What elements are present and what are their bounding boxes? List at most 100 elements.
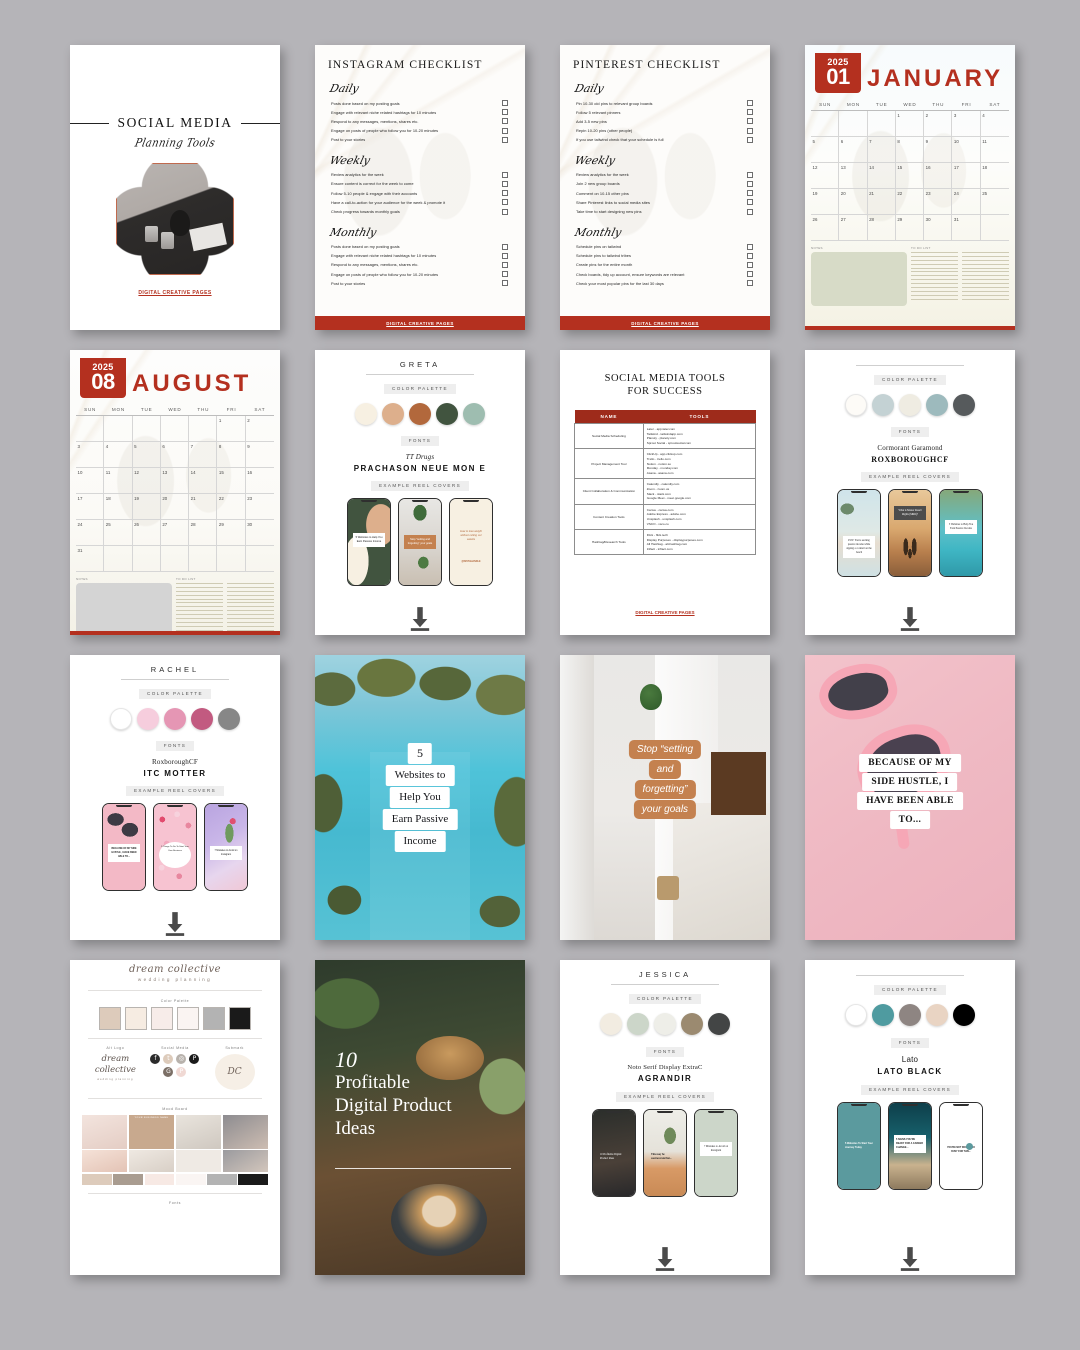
day-cell[interactable]: 5 [132, 442, 161, 468]
day-cell[interactable]: 4 [980, 111, 1009, 137]
checklist-row[interactable]: Share Pinterest links to social media si… [576, 199, 757, 206]
day-cell[interactable]: 16 [245, 468, 274, 494]
day-cell[interactable]: 27 [160, 520, 190, 546]
card-social-media-tools[interactable]: SOCIAL MEDIA TOOLS FOR SUCCESS NAME TOOL… [560, 350, 770, 635]
checklist-row[interactable]: Posts done based on my posting goals [331, 100, 512, 106]
card-photo-websites[interactable]: 5 Websites to Help You Earn Passive Inco… [315, 655, 525, 940]
reel-cover-3[interactable]: How to lose weight without cutting out s… [449, 497, 493, 586]
todo-lines[interactable] [176, 583, 274, 631]
reel-cover-2[interactable]: What is Master Resell Rights (MRR)? [888, 488, 932, 577]
reel-cover-3[interactable]: YOU'RE NOT DOING TOO BUSY FOR THIS... [939, 1101, 983, 1190]
checkbox[interactable] [747, 190, 753, 197]
day-cell[interactable]: 6 [160, 442, 190, 468]
checklist-row[interactable]: Pin 10-30 old pins to relevant group boa… [576, 100, 757, 106]
checkbox[interactable] [747, 118, 753, 125]
checkbox[interactable] [502, 180, 508, 187]
day-cell[interactable]: 11 [104, 468, 133, 494]
checklist-row[interactable]: Repin 10-20 pins (other people) [576, 127, 757, 134]
day-cell[interactable]: 2 [924, 111, 953, 137]
card-calendar-january[interactable]: 2025 01 JANUARY SUN MON TUE WED THU FRI SAT 12… [805, 45, 1015, 330]
reel-cover-1[interactable]: 5 Websites To Start Your Journey Today [837, 1101, 881, 1190]
day-cell[interactable]: 24 [952, 189, 981, 215]
day-cell[interactable]: 14 [867, 163, 896, 189]
checkbox[interactable] [747, 271, 753, 278]
checkbox[interactable] [502, 136, 508, 143]
card-brand-kit-greta[interactable]: GRETA COLOR PALETTE FONTS TT Drugs PRACH… [315, 350, 525, 635]
checkbox[interactable] [502, 171, 508, 178]
day-cell[interactable]: 27 [839, 215, 868, 241]
day-cell[interactable]: 22 [895, 189, 925, 215]
checkbox[interactable] [502, 190, 508, 197]
day-cell[interactable]: 2 [245, 416, 274, 442]
day-cell[interactable]: 22 [217, 494, 246, 520]
checklist-row[interactable]: Engage on posts of people who follow you… [331, 127, 512, 134]
download-arrow-icon[interactable] [409, 607, 431, 631]
reel-cover-1[interactable]: BECAUSE OF MY SIDE HUSTLE, I HAVE BEEN A… [102, 802, 146, 891]
day-cell[interactable]: 25 [980, 189, 1009, 215]
download-arrow-icon[interactable] [899, 1247, 921, 1271]
checklist-row[interactable]: Engage with relevant niche related hasht… [331, 109, 512, 116]
day-cell[interactable]: 17 [952, 163, 981, 189]
card-brand-kit-roxborough[interactable]: COLOR PALETTE FONTS Cormorant Garamond R… [805, 350, 1015, 635]
checkbox[interactable] [502, 100, 508, 106]
checkbox[interactable] [502, 243, 508, 250]
day-grid[interactable]: 1 2 3 4 5 6 7 8 9 10 11 12 13 14 15 16 17 18 19 20 21 22 23 24 2… [811, 111, 1009, 241]
checkbox[interactable] [747, 208, 753, 215]
checklist-row[interactable]: Post to your stories [331, 280, 512, 287]
checklist-row[interactable]: Review analytics for the week [331, 171, 512, 178]
twitter-icon[interactable]: t [163, 1054, 174, 1065]
day-cell[interactable]: 1 [217, 416, 246, 442]
checklist-row[interactable]: Comment on 10-15 other pins [576, 190, 757, 197]
day-cell[interactable]: 20 [160, 494, 190, 520]
checklist-row[interactable]: Follow 5 relevant pinners [576, 109, 757, 116]
day-cell[interactable]: 24 [76, 520, 105, 546]
card-photo-digital-products[interactable]: 10 Profitable Digital Product Ideas [315, 960, 525, 1275]
reel-cover-1[interactable]: 5 Websites to Help You Earn Passive Inco… [347, 497, 391, 586]
checkbox[interactable] [747, 199, 753, 206]
reel-cover-2[interactable]: 5 Things To Do To Start Your Own Busines… [153, 802, 197, 891]
checkbox[interactable] [747, 280, 753, 287]
card-dream-collective-brand-board[interactable]: dream collective wedding planning Color … [70, 960, 280, 1275]
pinterest-icon[interactable]: P [189, 1054, 200, 1065]
day-cell[interactable]: 3 [952, 111, 981, 137]
reel-cover-3[interactable]: 5 Websites to Help You Earn Passive Inco… [939, 488, 983, 577]
checkbox[interactable] [747, 243, 753, 250]
checklist-row[interactable]: Check your most popular pins for the las… [576, 280, 757, 287]
checklist-row[interactable]: Schedule pins on tailwind [576, 243, 757, 250]
checklist-row[interactable]: Engage on posts of people who follow you… [331, 271, 512, 278]
reel-cover-2[interactable]: This may be controversial but... [643, 1108, 687, 1197]
day-cell[interactable]: 15 [895, 163, 925, 189]
checkbox[interactable] [502, 261, 508, 268]
reel-cover-3[interactable]: 7 Mistakes to Avoid on Instagram [694, 1108, 738, 1197]
day-cell[interactable]: 26 [132, 520, 161, 546]
checklist-row[interactable]: Join 2 new group boards [576, 180, 757, 187]
checkbox[interactable] [747, 100, 753, 106]
checkbox[interactable] [502, 208, 508, 215]
day-cell[interactable]: 29 [217, 520, 246, 546]
day-cell[interactable]: 10 [952, 137, 981, 163]
day-cell[interactable]: 1 [895, 111, 925, 137]
card-brand-kit-lato[interactable]: COLOR PALETTE FONTS Lato LATO BLACK EXAM… [805, 960, 1015, 1275]
day-cell[interactable]: 25 [104, 520, 133, 546]
day-cell[interactable]: 18 [980, 163, 1009, 189]
card-photo-hustle[interactable]: BECAUSE OF MY SIDE HUSTLE, I HAVE BEEN A… [805, 655, 1015, 940]
checkbox[interactable] [502, 109, 508, 116]
notes-box[interactable] [76, 583, 172, 635]
day-cell[interactable]: 23 [245, 494, 274, 520]
checklist-row[interactable]: Follow 5-10 people & engage with their a… [331, 190, 512, 197]
day-cell[interactable]: 26 [811, 215, 840, 241]
checklist-row[interactable]: Respond to any messages, mentions, share… [331, 261, 512, 268]
checkbox[interactable] [747, 171, 753, 178]
checklist-row[interactable]: Posts done based on my posting goals [331, 243, 512, 250]
day-cell[interactable]: 30 [245, 520, 274, 546]
checklist-row[interactable]: Post to your stories [331, 136, 512, 143]
day-cell[interactable]: 15 [217, 468, 246, 494]
checklist-row[interactable]: Add 3-5 new pins [576, 118, 757, 125]
checklist-row[interactable]: Schedule pins to tailwind tribes [576, 252, 757, 259]
download-arrow-icon[interactable] [164, 912, 186, 936]
checkbox[interactable] [747, 261, 753, 268]
day-cell[interactable]: 12 [811, 163, 840, 189]
day-cell[interactable]: 7 [189, 442, 218, 468]
download-arrow-icon[interactable] [899, 607, 921, 631]
checkbox[interactable] [502, 280, 508, 287]
